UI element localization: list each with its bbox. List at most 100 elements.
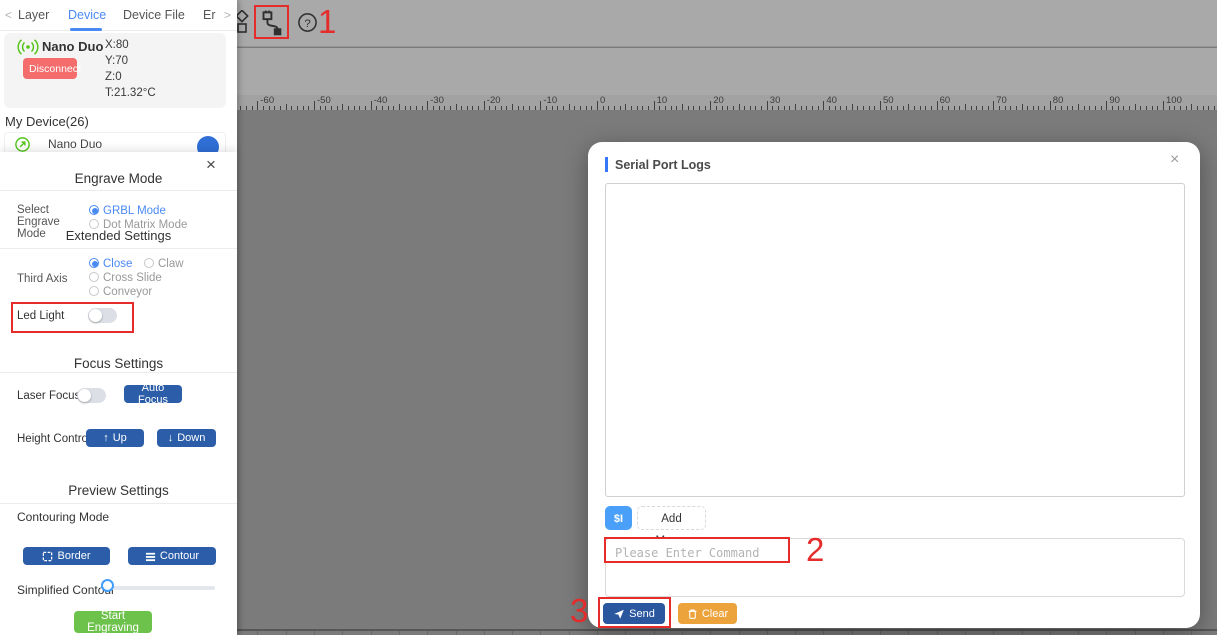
third-axis-conveyor-option[interactable]: Conveyor [89, 284, 152, 298]
grid-tick [795, 631, 796, 635]
third-axis-claw-option[interactable]: Claw [144, 256, 184, 270]
grid-tick [1163, 631, 1164, 635]
grid-tick [654, 631, 655, 635]
grid-tick [484, 631, 485, 635]
engrave-mode-title: Engrave Mode [0, 171, 237, 186]
grbl-mode-option[interactable]: GRBL Mode [89, 203, 166, 217]
border-label: Border [57, 550, 90, 562]
active-tab-underline [70, 28, 102, 31]
grid-tick [512, 631, 513, 635]
extended-settings-title: Extended Settings [0, 228, 237, 243]
grid-tick [739, 631, 740, 635]
panel-tabbar: < Layer Device Device File Er > [0, 0, 237, 31]
macro-si-button[interactable]: $I [605, 506, 632, 530]
ruler-tick [371, 101, 372, 110]
add-macro-button[interactable]: Add Macro [637, 506, 706, 530]
annotation-number-2: 2 [806, 533, 824, 566]
contour-button[interactable]: Contour [128, 547, 216, 565]
ruler-tick [257, 101, 258, 110]
contouring-mode-label: Contouring Mode [17, 510, 109, 524]
annotation-box-step3 [598, 597, 671, 628]
height-control-label: Height Control [17, 433, 91, 445]
help-icon[interactable]: ? [297, 12, 318, 36]
height-up-button[interactable]: ↑Up [86, 429, 144, 447]
laser-focus-label: Laser Focus [17, 390, 80, 402]
ruler-tick [484, 101, 485, 110]
annotation-number-3: 3 [570, 594, 588, 627]
height-down-button[interactable]: ↓Down [157, 429, 216, 447]
radio-icon[interactable] [89, 272, 99, 282]
edit-toolbar: Undo Redo [237, 48, 1217, 95]
grid-tick [1050, 631, 1051, 635]
ruler-label: 10 [657, 95, 668, 106]
serial-log-output[interactable] [605, 183, 1185, 497]
ruler-label: 70 [996, 95, 1007, 106]
device-coordinates: X:80 Y:70 Z:0 T:21.32°C [105, 37, 156, 101]
ruler-tick [880, 101, 881, 110]
grid-tick [569, 631, 570, 635]
title-accent-bar [605, 157, 608, 172]
border-icon [42, 551, 53, 562]
ruler-tick [427, 101, 428, 110]
auto-focus-button[interactable]: Auto Focus [124, 385, 182, 403]
contour-icon [145, 551, 156, 562]
border-button[interactable]: Border [23, 547, 110, 565]
tabs-back-arrow[interactable]: < [5, 8, 12, 22]
focus-settings-title: Focus Settings [0, 356, 237, 371]
ruler-label: 20 [713, 95, 724, 106]
ruler-label: 60 [940, 95, 951, 106]
grid-tick [257, 631, 258, 635]
ruler-label: -30 [430, 95, 444, 106]
ruler-label: 100 [1166, 95, 1182, 106]
simplified-contour-slider-handle[interactable] [101, 579, 114, 592]
grid-tick [1106, 631, 1107, 635]
grid-tick [456, 631, 457, 635]
close-icon[interactable]: × [206, 158, 216, 172]
grid-tick [399, 631, 400, 635]
ruler-label: -50 [317, 95, 331, 106]
grid-tick [937, 631, 938, 635]
claw-option-label: Claw [158, 258, 184, 270]
tab-engrave[interactable]: Er [203, 8, 216, 22]
tab-layer[interactable]: Layer [18, 8, 49, 22]
engrave-mode-panel: × Engrave Mode Select Engrave Mode GRBL … [0, 152, 237, 635]
tab-device-file[interactable]: Device File [123, 8, 185, 22]
divider [0, 190, 237, 191]
ruler-tick [1163, 101, 1164, 110]
grid-tick [1022, 631, 1023, 635]
third-axis-cross-slide-option[interactable]: Cross Slide [89, 270, 162, 284]
start-engraving-button[interactable]: Start Engraving [74, 611, 152, 633]
conveyor-option-label: Conveyor [103, 286, 152, 298]
ruler-label: 80 [1053, 95, 1064, 106]
radio-icon[interactable] [144, 258, 154, 268]
close-icon[interactable]: × [1170, 152, 1179, 168]
clear-button[interactable]: Clear [678, 603, 737, 624]
tab-device[interactable]: Device [68, 8, 106, 22]
grid-tick [993, 631, 994, 635]
ruler-tick [1050, 101, 1051, 110]
horizontal-ruler: -60-50-40-30-20-100102030405060708090100 [237, 95, 1217, 110]
ruler-tick [993, 101, 994, 110]
radio-icon[interactable] [89, 258, 99, 268]
grid-tick [314, 631, 315, 635]
device-status-card: Nano Duo Disconnect X:80 Y:70 Z:0 T:21.3… [4, 33, 226, 108]
disconnect-button[interactable]: Disconnect [23, 58, 77, 79]
tabs-forward-arrow[interactable]: > [224, 8, 231, 22]
grid-tick [371, 631, 372, 635]
grid-tick [427, 631, 428, 635]
coord-y: Y:70 [105, 53, 156, 69]
radio-icon[interactable] [89, 286, 99, 296]
grid-tick [1078, 631, 1079, 635]
grid-tick [1191, 631, 1192, 635]
grid-tick [908, 631, 909, 635]
third-axis-close-option[interactable]: Close [89, 256, 132, 270]
grid-tick [767, 631, 768, 635]
laser-focus-toggle[interactable] [77, 388, 106, 403]
simplified-contour-slider-track[interactable] [103, 586, 215, 590]
grid-tick [682, 631, 683, 635]
grid-tick [880, 631, 881, 635]
third-axis-label: Third Axis [17, 273, 68, 285]
radio-icon[interactable] [89, 205, 99, 215]
ruler-tick [823, 101, 824, 110]
down-arrow-icon: ↓ [168, 432, 174, 444]
